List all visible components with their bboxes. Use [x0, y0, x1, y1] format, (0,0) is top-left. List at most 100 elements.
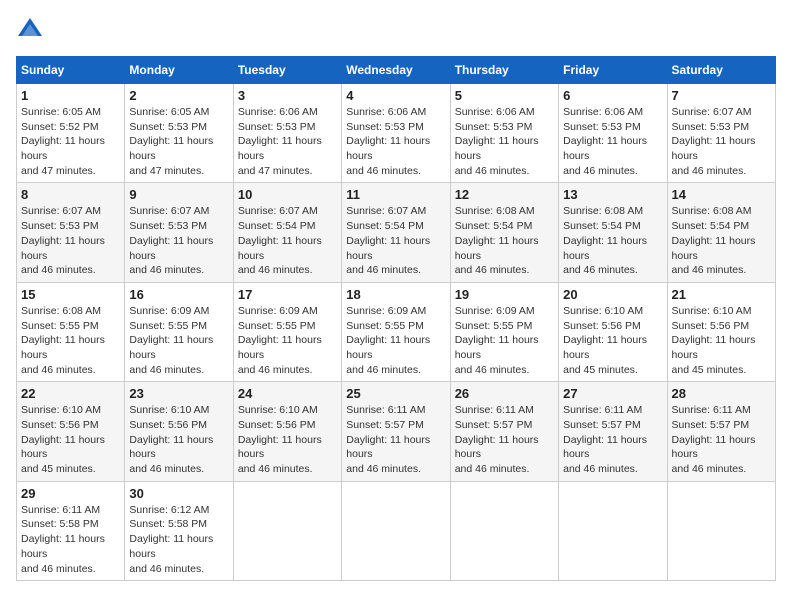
day-info: Sunrise: 6:08 AMSunset: 5:54 PMDaylight:… [455, 204, 554, 277]
calendar-cell: 10 Sunrise: 6:07 AMSunset: 5:54 PMDaylig… [233, 183, 341, 282]
day-number: 9 [129, 187, 228, 202]
day-number: 3 [238, 88, 337, 103]
day-info: Sunrise: 6:05 AMSunset: 5:53 PMDaylight:… [129, 105, 228, 178]
day-info: Sunrise: 6:11 AMSunset: 5:57 PMDaylight:… [563, 403, 662, 476]
day-header-saturday: Saturday [667, 57, 775, 84]
day-number: 12 [455, 187, 554, 202]
day-info: Sunrise: 6:08 AMSunset: 5:55 PMDaylight:… [21, 304, 120, 377]
day-info: Sunrise: 6:09 AMSunset: 5:55 PMDaylight:… [238, 304, 337, 377]
day-info: Sunrise: 6:09 AMSunset: 5:55 PMDaylight:… [455, 304, 554, 377]
day-header-tuesday: Tuesday [233, 57, 341, 84]
day-number: 25 [346, 386, 445, 401]
day-info: Sunrise: 6:09 AMSunset: 5:55 PMDaylight:… [346, 304, 445, 377]
day-info: Sunrise: 6:11 AMSunset: 5:58 PMDaylight:… [21, 503, 120, 576]
calendar-cell: 2 Sunrise: 6:05 AMSunset: 5:53 PMDayligh… [125, 84, 233, 183]
calendar-week-2: 8 Sunrise: 6:07 AMSunset: 5:53 PMDayligh… [17, 183, 776, 282]
day-number: 6 [563, 88, 662, 103]
day-number: 4 [346, 88, 445, 103]
day-number: 7 [672, 88, 771, 103]
day-info: Sunrise: 6:09 AMSunset: 5:55 PMDaylight:… [129, 304, 228, 377]
day-info: Sunrise: 6:10 AMSunset: 5:56 PMDaylight:… [563, 304, 662, 377]
calendar-cell: 22 Sunrise: 6:10 AMSunset: 5:56 PMDaylig… [17, 382, 125, 481]
day-info: Sunrise: 6:06 AMSunset: 5:53 PMDaylight:… [238, 105, 337, 178]
calendar-week-5: 29 Sunrise: 6:11 AMSunset: 5:58 PMDaylig… [17, 481, 776, 580]
day-header-monday: Monday [125, 57, 233, 84]
day-info: Sunrise: 6:11 AMSunset: 5:57 PMDaylight:… [455, 403, 554, 476]
calendar-cell: 13 Sunrise: 6:08 AMSunset: 5:54 PMDaylig… [559, 183, 667, 282]
day-info: Sunrise: 6:06 AMSunset: 5:53 PMDaylight:… [563, 105, 662, 178]
calendar-cell: 6 Sunrise: 6:06 AMSunset: 5:53 PMDayligh… [559, 84, 667, 183]
day-info: Sunrise: 6:07 AMSunset: 5:53 PMDaylight:… [21, 204, 120, 277]
day-info: Sunrise: 6:08 AMSunset: 5:54 PMDaylight:… [563, 204, 662, 277]
calendar-cell: 24 Sunrise: 6:10 AMSunset: 5:56 PMDaylig… [233, 382, 341, 481]
page-header [16, 16, 776, 44]
day-number: 21 [672, 287, 771, 302]
day-info: Sunrise: 6:11 AMSunset: 5:57 PMDaylight:… [672, 403, 771, 476]
day-info: Sunrise: 6:07 AMSunset: 5:53 PMDaylight:… [129, 204, 228, 277]
day-number: 11 [346, 187, 445, 202]
calendar-cell: 16 Sunrise: 6:09 AMSunset: 5:55 PMDaylig… [125, 282, 233, 381]
day-info: Sunrise: 6:06 AMSunset: 5:53 PMDaylight:… [455, 105, 554, 178]
day-info: Sunrise: 6:07 AMSunset: 5:53 PMDaylight:… [672, 105, 771, 178]
calendar-week-1: 1 Sunrise: 6:05 AMSunset: 5:52 PMDayligh… [17, 84, 776, 183]
calendar-cell: 14 Sunrise: 6:08 AMSunset: 5:54 PMDaylig… [667, 183, 775, 282]
calendar-cell: 5 Sunrise: 6:06 AMSunset: 5:53 PMDayligh… [450, 84, 558, 183]
day-number: 22 [21, 386, 120, 401]
day-info: Sunrise: 6:06 AMSunset: 5:53 PMDaylight:… [346, 105, 445, 178]
day-info: Sunrise: 6:05 AMSunset: 5:52 PMDaylight:… [21, 105, 120, 178]
calendar-cell: 17 Sunrise: 6:09 AMSunset: 5:55 PMDaylig… [233, 282, 341, 381]
day-info: Sunrise: 6:12 AMSunset: 5:58 PMDaylight:… [129, 503, 228, 576]
calendar-cell [667, 481, 775, 580]
calendar-cell [450, 481, 558, 580]
calendar-week-4: 22 Sunrise: 6:10 AMSunset: 5:56 PMDaylig… [17, 382, 776, 481]
calendar-cell: 25 Sunrise: 6:11 AMSunset: 5:57 PMDaylig… [342, 382, 450, 481]
calendar-cell: 26 Sunrise: 6:11 AMSunset: 5:57 PMDaylig… [450, 382, 558, 481]
day-number: 13 [563, 187, 662, 202]
day-number: 17 [238, 287, 337, 302]
calendar-cell: 18 Sunrise: 6:09 AMSunset: 5:55 PMDaylig… [342, 282, 450, 381]
logo [16, 16, 48, 44]
calendar-header-row: SundayMondayTuesdayWednesdayThursdayFrid… [17, 57, 776, 84]
calendar-cell: 21 Sunrise: 6:10 AMSunset: 5:56 PMDaylig… [667, 282, 775, 381]
calendar-cell [233, 481, 341, 580]
day-number: 27 [563, 386, 662, 401]
calendar-cell: 7 Sunrise: 6:07 AMSunset: 5:53 PMDayligh… [667, 84, 775, 183]
day-number: 5 [455, 88, 554, 103]
calendar-cell: 20 Sunrise: 6:10 AMSunset: 5:56 PMDaylig… [559, 282, 667, 381]
day-number: 30 [129, 486, 228, 501]
day-number: 19 [455, 287, 554, 302]
day-number: 2 [129, 88, 228, 103]
day-number: 23 [129, 386, 228, 401]
calendar-cell: 3 Sunrise: 6:06 AMSunset: 5:53 PMDayligh… [233, 84, 341, 183]
day-number: 14 [672, 187, 771, 202]
day-info: Sunrise: 6:10 AMSunset: 5:56 PMDaylight:… [672, 304, 771, 377]
calendar-cell: 23 Sunrise: 6:10 AMSunset: 5:56 PMDaylig… [125, 382, 233, 481]
day-info: Sunrise: 6:11 AMSunset: 5:57 PMDaylight:… [346, 403, 445, 476]
day-info: Sunrise: 6:10 AMSunset: 5:56 PMDaylight:… [21, 403, 120, 476]
day-number: 26 [455, 386, 554, 401]
day-header-thursday: Thursday [450, 57, 558, 84]
calendar-cell: 29 Sunrise: 6:11 AMSunset: 5:58 PMDaylig… [17, 481, 125, 580]
calendar-week-3: 15 Sunrise: 6:08 AMSunset: 5:55 PMDaylig… [17, 282, 776, 381]
calendar-cell: 4 Sunrise: 6:06 AMSunset: 5:53 PMDayligh… [342, 84, 450, 183]
day-number: 18 [346, 287, 445, 302]
calendar-cell: 12 Sunrise: 6:08 AMSunset: 5:54 PMDaylig… [450, 183, 558, 282]
calendar-cell: 9 Sunrise: 6:07 AMSunset: 5:53 PMDayligh… [125, 183, 233, 282]
day-header-wednesday: Wednesday [342, 57, 450, 84]
calendar-cell: 27 Sunrise: 6:11 AMSunset: 5:57 PMDaylig… [559, 382, 667, 481]
day-number: 24 [238, 386, 337, 401]
calendar-cell: 11 Sunrise: 6:07 AMSunset: 5:54 PMDaylig… [342, 183, 450, 282]
calendar-cell [342, 481, 450, 580]
calendar-cell: 28 Sunrise: 6:11 AMSunset: 5:57 PMDaylig… [667, 382, 775, 481]
calendar-cell [559, 481, 667, 580]
logo-icon [16, 16, 44, 44]
day-number: 20 [563, 287, 662, 302]
calendar-cell: 8 Sunrise: 6:07 AMSunset: 5:53 PMDayligh… [17, 183, 125, 282]
calendar-cell: 15 Sunrise: 6:08 AMSunset: 5:55 PMDaylig… [17, 282, 125, 381]
day-header-sunday: Sunday [17, 57, 125, 84]
day-info: Sunrise: 6:08 AMSunset: 5:54 PMDaylight:… [672, 204, 771, 277]
day-info: Sunrise: 6:07 AMSunset: 5:54 PMDaylight:… [238, 204, 337, 277]
day-number: 15 [21, 287, 120, 302]
day-number: 28 [672, 386, 771, 401]
day-number: 16 [129, 287, 228, 302]
